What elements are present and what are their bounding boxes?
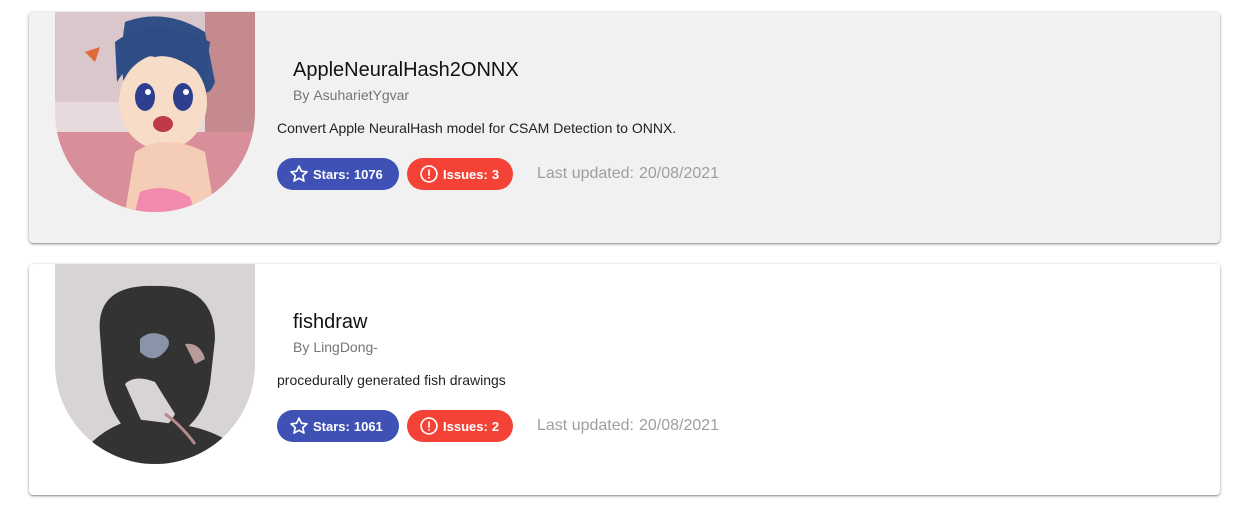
repo-owner: By LingDong- bbox=[293, 339, 378, 355]
stars-badge[interactable]: Stars: 1061 bbox=[277, 410, 399, 442]
stars-label: Stars: bbox=[313, 418, 350, 434]
last-updated-date: 20/08/2021 bbox=[638, 165, 720, 182]
repo-name[interactable]: AppleNeuralHash2ONNX bbox=[293, 59, 519, 82]
repo-owner-avatar bbox=[55, 12, 255, 212]
owner-prefix: By bbox=[293, 339, 310, 355]
issues-badge[interactable]: Issues: 3 bbox=[407, 158, 513, 190]
owner-prefix: By bbox=[293, 87, 310, 103]
issues-count: 2 bbox=[491, 418, 500, 434]
issues-badge[interactable]: Issues: 2 bbox=[407, 410, 513, 442]
stars-badge[interactable]: Stars: 1076 bbox=[277, 158, 399, 190]
repo-list: AppleNeuralHash2ONNX By AsuharietYgvar Co… bbox=[0, 0, 1247, 507]
repo-description: procedurally generated fish drawings bbox=[277, 372, 506, 388]
owner-name[interactable]: LingDong- bbox=[313, 339, 378, 355]
exclamation-circle-icon bbox=[420, 417, 438, 435]
repo-card[interactable]: fishdraw By LingDong- procedurally genera… bbox=[29, 264, 1220, 495]
issues-label: Issues: bbox=[443, 166, 488, 182]
stars-count: 1076 bbox=[353, 166, 383, 182]
last-updated-date: 20/08/2021 bbox=[638, 417, 720, 434]
last-updated-label: Last updated: bbox=[537, 417, 634, 434]
owner-name[interactable]: AsuharietYgvar bbox=[313, 87, 409, 103]
stars-label: Stars: bbox=[313, 166, 350, 182]
star-outline-icon bbox=[290, 165, 308, 182]
last-updated: Last updated: 20/08/2021 bbox=[537, 165, 719, 183]
repo-owner: By AsuharietYgvar bbox=[293, 87, 409, 103]
star-outline-icon bbox=[290, 417, 308, 434]
last-updated: Last updated: 20/08/2021 bbox=[537, 417, 719, 435]
issues-label: Issues: bbox=[443, 418, 488, 434]
stars-count: 1061 bbox=[353, 418, 383, 434]
repo-owner-avatar bbox=[55, 264, 255, 464]
repo-name[interactable]: fishdraw bbox=[293, 311, 367, 334]
issues-count: 3 bbox=[491, 166, 500, 182]
last-updated-label: Last updated: bbox=[537, 165, 634, 182]
exclamation-circle-icon bbox=[420, 165, 438, 183]
repo-card[interactable]: AppleNeuralHash2ONNX By AsuharietYgvar Co… bbox=[29, 12, 1220, 243]
repo-description: Convert Apple NeuralHash model for CSAM … bbox=[277, 120, 677, 136]
